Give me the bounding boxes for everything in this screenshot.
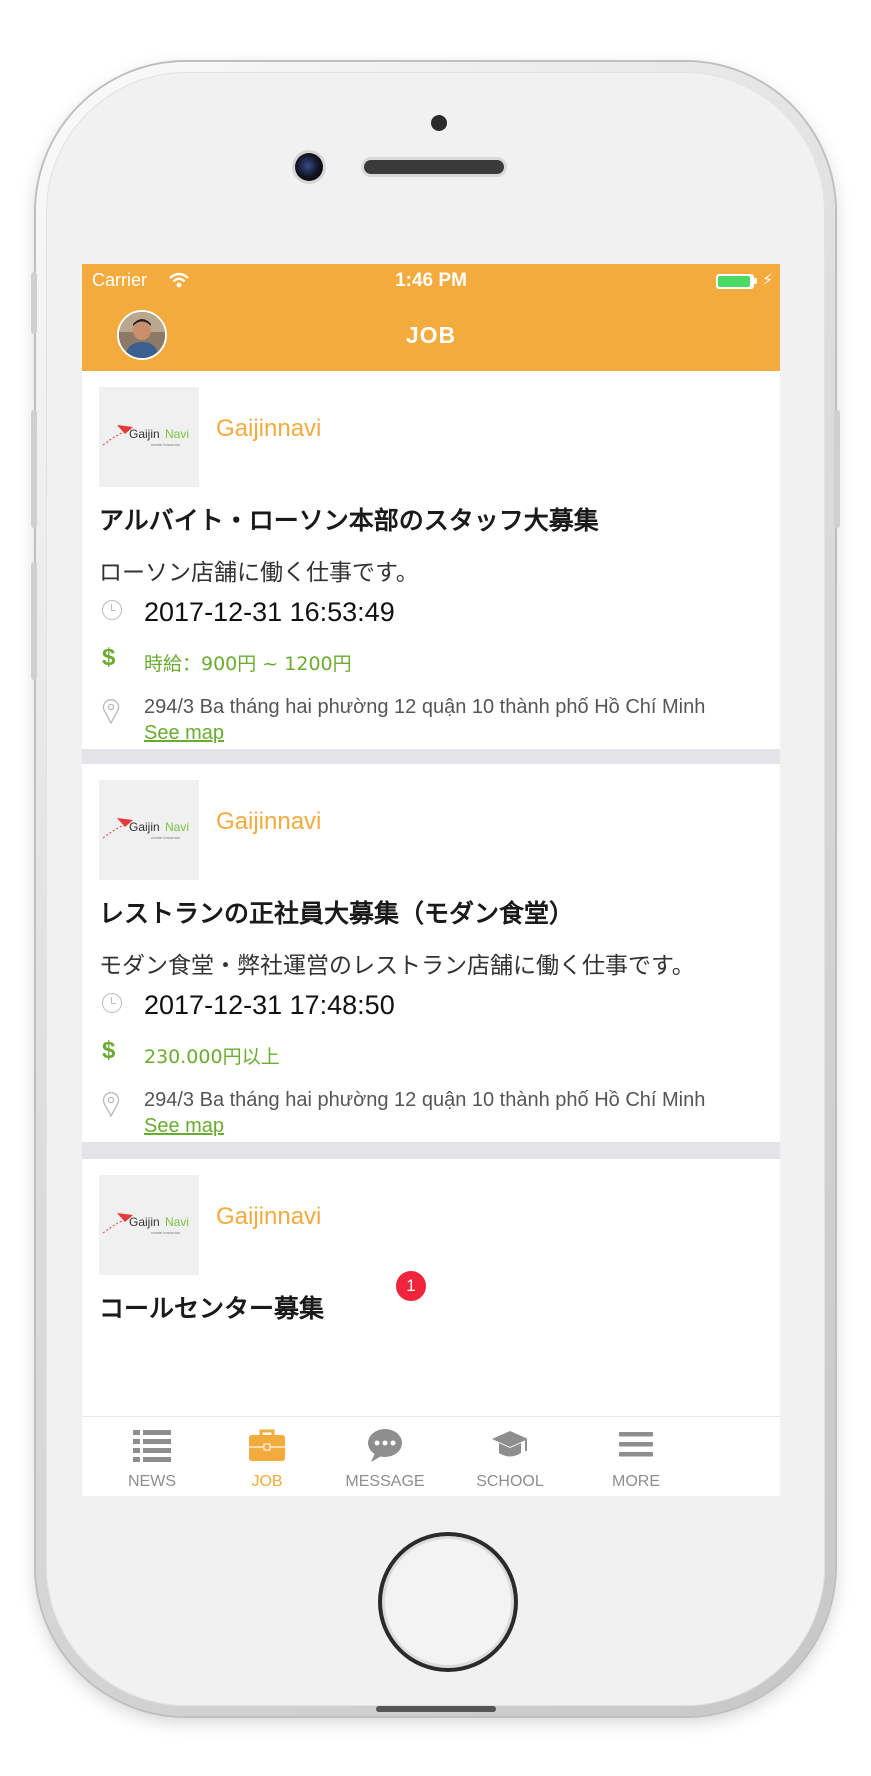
- hamburger-icon: [619, 1432, 653, 1457]
- gaijinnavi-logo-icon: Gaijin Navi create tomorrow: [102, 818, 189, 840]
- message-badge: 1: [394, 1269, 428, 1303]
- battery-icon: [716, 274, 754, 289]
- job-card[interactable]: Gaijin Navi create tomorrow Gaijinnavi レ…: [82, 764, 780, 1142]
- svg-text:create tomorrow: create tomorrow: [151, 835, 180, 840]
- volume-down-button: [31, 562, 37, 680]
- job-description: ローソン店舗に働く仕事です。: [99, 560, 419, 586]
- earpiece-speaker: [364, 160, 504, 174]
- chat-bubble-icon: [368, 1429, 402, 1462]
- svg-text:Gaijin: Gaijin: [129, 820, 160, 834]
- tab-label: MORE: [612, 1473, 660, 1490]
- job-salary: 時給：900円 ~ 1200円: [144, 653, 352, 675]
- location-pin-icon: [102, 699, 120, 724]
- gaijinnavi-logo-icon: Gaijin Navi create tomorrow: [102, 1213, 189, 1235]
- job-title[interactable]: レストランの正社員大募集（モダン食堂）: [99, 894, 574, 930]
- address-text: 294/3 Ba tháng hai phường 12 quận 10 thà…: [144, 696, 706, 718]
- company-logo: Gaijin Navi create tomorrow: [99, 387, 199, 487]
- job-address: 294/3 Ba tháng hai phường 12 quận 10 thà…: [144, 694, 744, 746]
- dollar-icon: $: [102, 644, 116, 671]
- job-salary: 230.000円以上: [144, 1046, 280, 1068]
- dollar-icon: $: [102, 1037, 116, 1064]
- job-address: 294/3 Ba tháng hai phường 12 quận 10 thà…: [144, 1087, 744, 1139]
- job-title[interactable]: アルバイト・ローソン本部のスタッフ大募集: [99, 501, 599, 537]
- power-button: [834, 410, 840, 528]
- app-screen: Carrier 1:46 PM ⚡ JOB Gaijin Navi create…: [82, 264, 780, 1496]
- clock-icon: [102, 600, 122, 620]
- clock-icon: [102, 993, 122, 1013]
- home-button[interactable]: [378, 1532, 518, 1672]
- company-name[interactable]: Gaijinnavi: [216, 1203, 321, 1231]
- svg-text:Gaijin: Gaijin: [129, 1215, 160, 1229]
- proximity-sensor: [431, 115, 447, 131]
- see-map-link[interactable]: See map: [144, 722, 224, 744]
- battery-tip: [754, 278, 757, 284]
- charging-bolt-icon: ⚡: [762, 270, 774, 289]
- svg-text:Gaijin: Gaijin: [129, 427, 160, 441]
- silent-switch: [31, 272, 37, 334]
- company-name[interactable]: Gaijinnavi: [216, 415, 321, 443]
- job-feed[interactable]: Gaijin Navi create tomorrow Gaijinnavi ア…: [82, 371, 780, 1416]
- job-card[interactable]: Gaijin Navi create tomorrow Gaijinnavi ア…: [82, 371, 780, 749]
- svg-text:Navi: Navi: [165, 1215, 189, 1229]
- svg-text:create tomorrow: create tomorrow: [151, 1230, 180, 1235]
- briefcase-icon: [249, 1429, 285, 1461]
- location-pin-icon: [102, 1092, 120, 1117]
- list-icon: [133, 1430, 171, 1462]
- company-name[interactable]: Gaijinnavi: [216, 808, 321, 836]
- graduation-cap-icon: [492, 1431, 528, 1457]
- job-date: 2017-12-31 16:53:49: [144, 597, 395, 627]
- svg-text:create tomorrow: create tomorrow: [151, 442, 180, 447]
- tab-label: MESSAGE: [345, 1473, 425, 1490]
- bottom-edge: [376, 1706, 496, 1712]
- page-title: JOB: [405, 322, 457, 348]
- job-date: 2017-12-31 17:48:50: [144, 990, 395, 1020]
- status-time: 1:46 PM: [395, 270, 467, 291]
- gaijinnavi-logo-icon: Gaijin Navi create tomorrow: [102, 425, 189, 447]
- tab-message[interactable]: MESSAGE: [315, 1417, 455, 1496]
- address-text: 294/3 Ba tháng hai phường 12 quận 10 thà…: [144, 1089, 706, 1111]
- tab-label: SCHOOL: [476, 1473, 544, 1490]
- job-title[interactable]: コールセンター募集: [99, 1289, 324, 1325]
- volume-up-button: [31, 410, 37, 528]
- svg-text:Navi: Navi: [165, 427, 189, 441]
- tab-bar: NEWS JOB MESSAGE SCHOOL MORE: [82, 1416, 780, 1496]
- job-description: モダン食堂・弊社運営のレストラン店舗に働く仕事です。: [99, 953, 695, 979]
- tab-school[interactable]: SCHOOL: [440, 1417, 580, 1496]
- see-map-link[interactable]: See map: [144, 1115, 224, 1137]
- company-logo: Gaijin Navi create tomorrow: [99, 1175, 199, 1275]
- tab-more[interactable]: MORE: [566, 1417, 706, 1496]
- company-logo: Gaijin Navi create tomorrow: [99, 780, 199, 880]
- top-bar: Carrier 1:46 PM ⚡ JOB: [82, 264, 780, 371]
- job-card[interactable]: Gaijin Navi create tomorrow Gaijinnavi コ…: [82, 1159, 780, 1416]
- svg-text:Navi: Navi: [165, 820, 189, 834]
- front-camera: [295, 153, 323, 181]
